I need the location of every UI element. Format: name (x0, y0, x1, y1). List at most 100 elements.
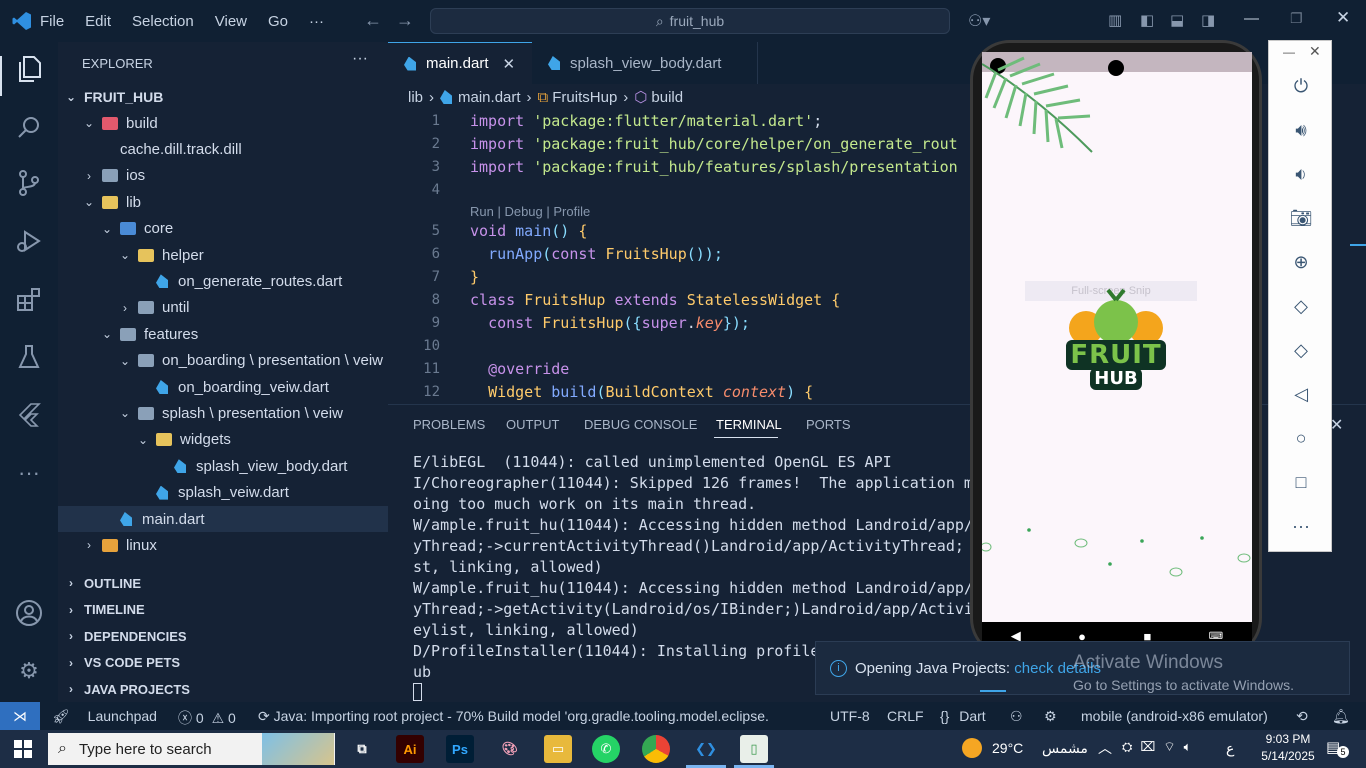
photoshop-icon[interactable]: Ps (446, 735, 474, 763)
clock-date[interactable]: 5/14/2025 (1250, 749, 1326, 763)
feedback-icon[interactable]: ⟲ (1296, 708, 1308, 725)
extensions-icon[interactable] (14, 284, 44, 314)
panel-tab-problems[interactable]: PROBLEMS (413, 417, 485, 432)
windows-start-icon[interactable] (14, 740, 32, 761)
emu-minimize-icon[interactable]: — (1283, 45, 1295, 59)
tree-item[interactable]: ⌄ widgets (58, 427, 388, 453)
power-icon[interactable]: ⏻ (1269, 71, 1333, 101)
command-center-search[interactable]: ⌕ fruit_hub (430, 8, 950, 34)
tree-item[interactable]: ⌄ lib (58, 189, 388, 215)
bell-icon[interactable]: 🔔︎ (1332, 708, 1350, 725)
language-item[interactable]: {} Dart (940, 708, 986, 724)
tree-item[interactable]: on_generate_routes.dart (58, 268, 388, 294)
problems-item[interactable]: ⓧ 0 ⚠ 0 (178, 708, 236, 728)
device-item[interactable]: mobile (android-x86 emulator) (1081, 708, 1268, 724)
remote-indicator[interactable]: ⋊ (0, 702, 40, 730)
vscode-taskbar-icon[interactable]: ❮❯ (692, 735, 720, 763)
sidebar-section-header[interactable]: › JAVA PROJECTS (58, 676, 388, 702)
debug-status-icon[interactable]: ⚙ (1044, 708, 1057, 725)
search-view-icon[interactable] (14, 112, 44, 142)
panel-tab-debug-console[interactable]: DEBUG CONSOLE (584, 417, 697, 432)
breadcrumb-file[interactable]: main.dart (458, 89, 521, 106)
copilot-icon[interactable]: ⚇▾ (968, 11, 990, 31)
minimize-icon[interactable]: — (1244, 10, 1259, 27)
sidebar-section-header[interactable]: › VS CODE PETS (58, 650, 388, 676)
emu-close-icon[interactable]: ✕ (1309, 43, 1321, 60)
run-debug-icon[interactable] (14, 226, 44, 256)
emulator-taskbar-icon[interactable]: ▯ (740, 735, 768, 763)
input-language[interactable]: ع (1226, 740, 1234, 757)
toggle-panel-icon[interactable]: ⬓ (1170, 11, 1184, 29)
menu-view[interactable]: View (215, 13, 247, 30)
more-views-icon[interactable]: ··· (14, 458, 44, 488)
tray-icons[interactable]: ⛭⌧⌔🔈︎ (1122, 739, 1199, 755)
tab-main-dart[interactable]: main.dart ✕ (388, 42, 532, 84)
flutter-icon[interactable] (14, 400, 44, 430)
encoding-item[interactable]: UTF-8 (830, 708, 870, 724)
scrollbar-indicator[interactable] (1350, 244, 1366, 246)
tree-item[interactable]: › linux (58, 532, 388, 558)
tree-item[interactable]: main.dart (58, 506, 388, 532)
nav-forward-icon[interactable]: → (396, 10, 414, 31)
toggle-secondary-sidebar-icon[interactable]: ◨ (1201, 11, 1215, 29)
breadcrumb-method[interactable]: build (651, 89, 683, 106)
menu-go[interactable]: Go (268, 13, 288, 30)
toggle-sidebar-icon[interactable]: ◧ (1140, 11, 1154, 29)
emulator-screen[interactable]: Full-screen Snip FRUIT HUB (982, 52, 1252, 622)
clock-time[interactable]: 9:03 PM (1256, 732, 1320, 746)
codelens[interactable]: Run | Debug | Profile (470, 204, 590, 219)
tree-item[interactable]: ⌄ helper (58, 242, 388, 268)
layout-customize-icon[interactable]: ▥ (1108, 11, 1122, 29)
volume-down-icon[interactable]: 🔉︎ (1269, 159, 1333, 189)
menu-edit[interactable]: Edit (85, 13, 111, 30)
launchpad-item[interactable]: 🚀︎ Launchpad (52, 708, 157, 725)
tree-item[interactable]: splash_veiw.dart (58, 480, 388, 506)
settings-gear-icon[interactable]: ⚙ (14, 656, 44, 686)
sidebar-section-header[interactable]: › DEPENDENCIES (58, 623, 388, 649)
panel-tab-terminal[interactable]: TERMINAL (716, 417, 782, 432)
camera-icon[interactable]: 📷︎ (1269, 203, 1333, 233)
testing-flask-icon[interactable] (14, 342, 44, 372)
home-icon[interactable]: ○ (1269, 423, 1333, 453)
tree-item[interactable]: ⌄ splash \ presentation \ veiw (58, 400, 388, 426)
tab-close-icon[interactable]: ✕ (503, 55, 516, 73)
keyboard-icon[interactable]: ⌨ (1209, 631, 1223, 642)
chrome-icon[interactable] (642, 735, 670, 763)
close-window-icon[interactable]: ✕ (1336, 8, 1350, 28)
panel-tab-ports[interactable]: PORTS (806, 417, 851, 432)
tree-item[interactable]: cache.dill.track.dill (58, 136, 388, 162)
rotate-left-icon[interactable]: ◇ (1269, 291, 1333, 321)
tree-item[interactable]: ⌄ features (58, 321, 388, 347)
menu-selection[interactable]: Selection (132, 13, 194, 30)
panel-tab-output[interactable]: OUTPUT (506, 417, 559, 432)
explorer-icon[interactable] (14, 54, 44, 84)
source-control-icon[interactable] (14, 168, 44, 198)
breadcrumb-class[interactable]: FruitsHup (552, 89, 617, 106)
restore-icon[interactable]: ❐ (1290, 10, 1303, 27)
weather-text[interactable]: مشمس (1042, 740, 1088, 757)
sidebar-section-header[interactable]: › TIMELINE (58, 597, 388, 623)
zoom-icon[interactable]: ⊕ (1269, 247, 1333, 277)
tab-splash-view-body[interactable]: splash_view_body.dart (532, 42, 758, 84)
java-status[interactable]: ⟳ Java: Importing root project - 70% Bui… (258, 708, 769, 725)
tree-item[interactable]: splash_view_body.dart (58, 453, 388, 479)
sidebar-section-header[interactable]: › OUTLINE (58, 570, 388, 596)
temperature[interactable]: 29°C (992, 740, 1023, 756)
tree-item[interactable]: on_boarding_veiw.dart (58, 374, 388, 400)
tree-item[interactable]: › until (58, 295, 388, 321)
tree-item[interactable]: ⌄ build (58, 110, 388, 136)
explorer-more-icon[interactable]: ··· (352, 50, 368, 68)
nav-back-icon[interactable]: ← (364, 10, 382, 31)
tree-item[interactable]: › ios (58, 163, 388, 189)
taskbar-search[interactable]: ⌕ Type here to search (48, 733, 335, 765)
copilot-status-icon[interactable]: ⚇ (1010, 708, 1023, 725)
overview-icon[interactable]: □ (1269, 467, 1333, 497)
task-view-icon[interactable]: ⧉ (348, 735, 376, 763)
tree-item[interactable]: ⌄ on_boarding \ presentation \ veiw (58, 348, 388, 374)
workspace-root[interactable]: ⌄ FRUIT_HUB (58, 84, 388, 110)
whatsapp-icon[interactable]: ✆ (592, 735, 620, 763)
back-icon[interactable]: ◁ (1269, 379, 1333, 409)
more-icon[interactable]: ··· (1269, 511, 1333, 541)
account-icon[interactable] (14, 598, 44, 628)
file-explorer-icon[interactable]: ▭ (544, 735, 572, 763)
